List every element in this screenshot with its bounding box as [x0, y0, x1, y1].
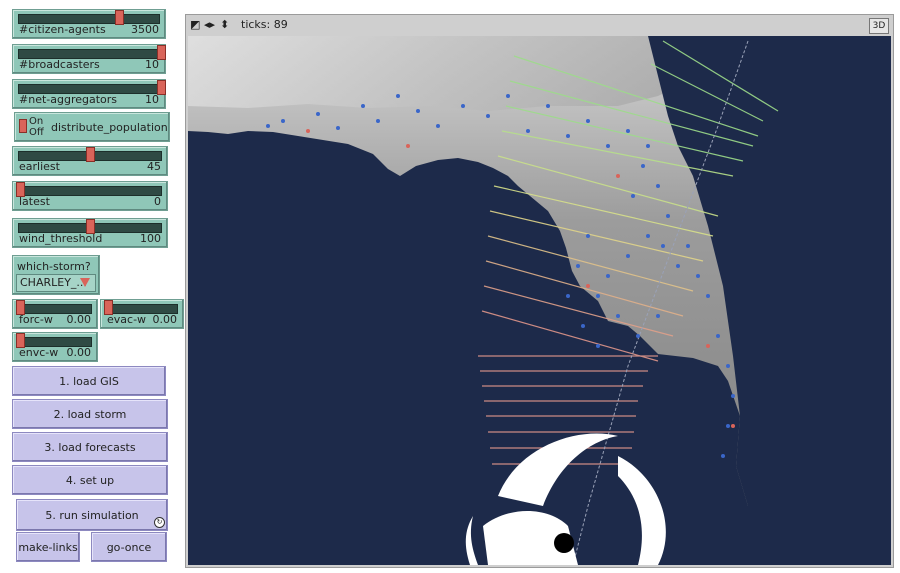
switch-off-label: Off: [29, 127, 44, 138]
earliest-slider[interactable]: earliest 45: [12, 146, 168, 176]
slider-label: evac-w: [107, 313, 147, 326]
button-label: make-links: [18, 540, 78, 554]
distribute-population-switch[interactable]: On Off distribute_population: [14, 112, 170, 142]
chooser-selected: CHARLEY_...: [20, 276, 87, 289]
set-up-button[interactable]: 4. set up: [12, 465, 168, 495]
make-links-button[interactable]: make-links: [16, 532, 80, 562]
3d-view-button[interactable]: 3D: [869, 18, 889, 34]
dropdown-arrow-icon[interactable]: [80, 278, 90, 287]
forever-loop-icon: ↻: [154, 517, 165, 528]
slider-value: 100: [140, 232, 161, 245]
load-forecasts-button[interactable]: 3. load forecasts: [12, 432, 168, 462]
slider-label: latest: [19, 195, 50, 208]
slider-value: 45: [147, 160, 161, 173]
button-label: 3. load forecasts: [44, 440, 136, 454]
map-canvas[interactable]: [188, 36, 891, 566]
hurricane-icon: [465, 433, 666, 565]
load-storm-button[interactable]: 2. load storm: [12, 399, 168, 429]
chooser-box[interactable]: CHARLEY_...: [16, 274, 96, 292]
run-simulation-button[interactable]: 5. run simulation ↻: [16, 499, 168, 531]
wind-threshold-slider[interactable]: wind_threshold 100: [12, 218, 168, 248]
move-horizontal-icon[interactable]: ◂▸: [204, 18, 215, 31]
switch-label: distribute_population: [51, 121, 168, 134]
move-vertical-icon[interactable]: ⬍: [220, 18, 229, 31]
net-aggregators-slider[interactable]: #net-aggregators 10: [12, 79, 166, 109]
go-once-button[interactable]: go-once: [91, 532, 167, 562]
slider-value: 0: [154, 195, 161, 208]
tick-counter: ticks: 89: [241, 18, 288, 31]
citizen-agents-slider[interactable]: #citizen-agents 3500: [12, 9, 166, 39]
switch-knob[interactable]: [19, 119, 27, 133]
forc-w-slider[interactable]: forc-w 0.00: [12, 299, 98, 329]
slider-label: #citizen-agents: [19, 23, 106, 36]
slider-value: 0.00: [152, 313, 178, 326]
chooser-label: which-storm?: [17, 260, 91, 273]
slider-label: #net-aggregators: [19, 93, 118, 106]
slider-label: envc-w: [19, 346, 59, 359]
button-label: 4. set up: [65, 473, 115, 487]
slider-value: 10: [145, 58, 159, 71]
slider-thumb[interactable]: [115, 10, 124, 25]
slider-value: 0.00: [66, 313, 92, 326]
panhandle-land: [188, 36, 708, 111]
broadcasters-slider[interactable]: #broadcasters 10: [12, 44, 166, 74]
evac-w-slider[interactable]: evac-w 0.00: [100, 299, 184, 329]
slider-value: 10: [145, 93, 159, 106]
view-toolbar: ◩ ◂▸ ⬍ ticks: 89 3D: [186, 15, 893, 35]
map-svg: [188, 36, 891, 566]
button-label: 1. load GIS: [59, 374, 119, 388]
slider-value: 0.00: [66, 346, 92, 359]
resize-icon[interactable]: ◩: [190, 18, 200, 31]
slider-label: earliest: [19, 160, 60, 173]
slider-label: forc-w: [19, 313, 53, 326]
slider-label: #broadcasters: [19, 58, 100, 71]
load-gis-button[interactable]: 1. load GIS: [12, 366, 166, 396]
switch-on-label: On: [29, 116, 44, 127]
latest-slider[interactable]: latest 0: [12, 181, 168, 211]
slider-thumb[interactable]: [86, 147, 95, 162]
world-view: ◩ ◂▸ ⬍ ticks: 89 3D: [185, 14, 894, 568]
envc-w-slider[interactable]: envc-w 0.00: [12, 332, 98, 362]
slider-value: 3500: [131, 23, 159, 36]
button-label: go-once: [106, 540, 152, 554]
button-label: 2. load storm: [53, 407, 127, 421]
which-storm-chooser[interactable]: which-storm? CHARLEY_...: [12, 255, 100, 295]
button-label: 5. run simulation: [45, 508, 139, 522]
slider-label: wind_threshold: [19, 232, 103, 245]
